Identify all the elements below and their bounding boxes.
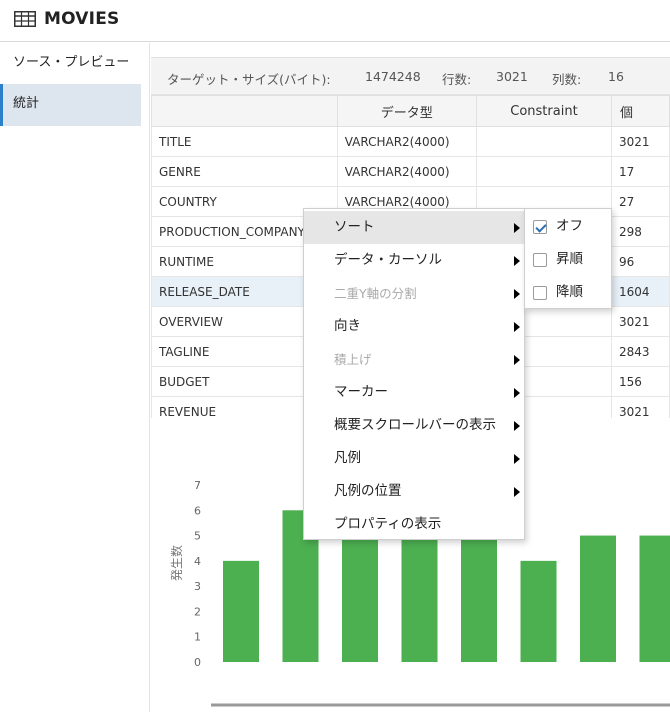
cell-count: 156	[611, 366, 670, 397]
y-tick-label: 0	[194, 656, 201, 669]
sort-option-off[interactable]: オフ	[525, 210, 611, 243]
submenu-arrow-icon	[514, 256, 520, 266]
cell-constraint	[475, 126, 613, 157]
y-tick-label: 6	[194, 504, 201, 517]
menu-item-label: 凡例の位置	[334, 483, 402, 499]
menu-item-show-properties[interactable]: プロパティの表示	[304, 508, 524, 541]
sort-option-ascending[interactable]: 昇順	[525, 243, 611, 276]
menu-item-label: 凡例	[334, 450, 361, 466]
y-tick-label: 3	[194, 580, 201, 593]
cols-value: 16	[608, 69, 624, 84]
menu-item-label: ソート	[334, 219, 375, 235]
column-header-count[interactable]: 個	[611, 95, 670, 127]
menu-item-data-cursor[interactable]: データ・カーソル	[304, 244, 524, 277]
nav-item-source-preview[interactable]: ソース・プレビュー	[0, 43, 141, 85]
cell-count: 3021	[611, 396, 670, 418]
menu-item-label: 概要スクロールバーの表示	[334, 417, 496, 433]
cell-count: 1604	[611, 276, 670, 307]
checkbox-checked-icon[interactable]	[533, 220, 547, 234]
cell-count: 17	[611, 156, 670, 187]
cols-label: 列数:	[552, 72, 582, 87]
menu-item-sort[interactable]: ソート	[304, 211, 524, 244]
cell-count: 298	[611, 216, 670, 247]
cell-count: 3021	[611, 306, 670, 337]
table-row[interactable]: TITLE VARCHAR2(4000) 3021	[151, 126, 670, 157]
y-tick-label: 2	[194, 605, 201, 618]
cell-count: 96	[611, 246, 670, 277]
y-tick-label: 1	[194, 631, 201, 644]
menu-item-label: 向き	[334, 318, 361, 334]
submenu-arrow-icon	[514, 355, 520, 365]
cell-count: 2843	[611, 336, 670, 367]
nav-item-statistics[interactable]: 統計	[0, 84, 141, 126]
submenu-arrow-icon	[514, 289, 520, 299]
submenu-arrow-icon	[514, 223, 520, 233]
chart-bar[interactable]	[342, 535, 378, 662]
y-tick-label: 4	[194, 555, 201, 568]
y-tick-label: 5	[194, 530, 201, 543]
sort-option-descending[interactable]: 降順	[525, 276, 611, 309]
table-icon	[14, 11, 36, 27]
info-bar: ターゲット・サイズ(バイト): 1474248 行数: 3021 列数: 16	[151, 57, 670, 95]
sort-option-label: オフ	[556, 218, 583, 234]
y-tick-label: 7	[194, 479, 201, 492]
sort-submenu: オフ 昇順 降順	[524, 208, 612, 309]
sort-option-label: 昇順	[556, 251, 583, 267]
chart-bar[interactable]	[520, 560, 557, 662]
rows-label: 行数:	[442, 72, 472, 87]
table-row[interactable]: GENRE VARCHAR2(4000) 17	[151, 156, 670, 187]
menu-item-legend-position[interactable]: 凡例の位置	[304, 475, 524, 508]
cell-count: 27	[611, 186, 670, 217]
cell-name: TITLE	[151, 126, 338, 157]
menu-item-label: マーカー	[334, 384, 388, 400]
page-title: MOVIES	[44, 9, 120, 29]
left-nav: ソース・プレビュー 統計	[0, 43, 150, 712]
target-size-value: 1474248	[365, 69, 421, 84]
menu-item-overview-scrollbar[interactable]: 概要スクロールバーの表示	[304, 409, 524, 442]
menu-item-split-dual-y: 二重Y軸の分割	[304, 277, 524, 310]
submenu-arrow-icon	[514, 322, 520, 332]
chart-bar[interactable]	[461, 535, 497, 662]
submenu-arrow-icon	[514, 421, 520, 431]
cell-count: 3021	[611, 126, 670, 157]
chart-bar[interactable]	[580, 535, 616, 662]
cell-name: GENRE	[151, 156, 338, 187]
menu-item-marker[interactable]: マーカー	[304, 376, 524, 409]
rows-value: 3021	[496, 69, 528, 84]
checkbox-icon[interactable]	[533, 253, 547, 267]
menu-item-legend[interactable]: 凡例	[304, 442, 524, 475]
submenu-arrow-icon	[514, 454, 520, 464]
menu-item-label: データ・カーソル	[334, 252, 442, 268]
chart-bar[interactable]	[223, 560, 259, 662]
menu-item-label: 積上げ	[334, 352, 372, 367]
cell-constraint	[475, 156, 613, 187]
submenu-arrow-icon	[514, 388, 520, 398]
y-axis-label: 発生数	[169, 545, 184, 581]
chart-context-menu: ソート データ・カーソル 二重Y軸の分割 向き 積上げ マーカー 概要スクロール…	[303, 208, 525, 540]
checkbox-icon[interactable]	[533, 286, 547, 300]
column-header-constraint[interactable]: Constraint	[475, 95, 613, 127]
chart-bar[interactable]	[639, 535, 670, 662]
header: MOVIES	[0, 0, 670, 42]
menu-item-label: プロパティの表示	[334, 516, 442, 532]
column-header-name[interactable]	[151, 95, 338, 127]
chart-bar[interactable]	[401, 535, 438, 662]
column-header-data-type[interactable]: データ型	[336, 95, 477, 127]
cell-type: VARCHAR2(4000)	[336, 156, 477, 187]
menu-item-label: 二重Y軸の分割	[334, 286, 417, 301]
target-size-label: ターゲット・サイズ(バイト):	[167, 72, 331, 87]
menu-item-orientation[interactable]: 向き	[304, 310, 524, 343]
menu-item-stack: 積上げ	[304, 343, 524, 376]
sort-option-label: 降順	[556, 284, 583, 300]
cell-type: VARCHAR2(4000)	[336, 126, 477, 157]
submenu-arrow-icon	[514, 487, 520, 497]
